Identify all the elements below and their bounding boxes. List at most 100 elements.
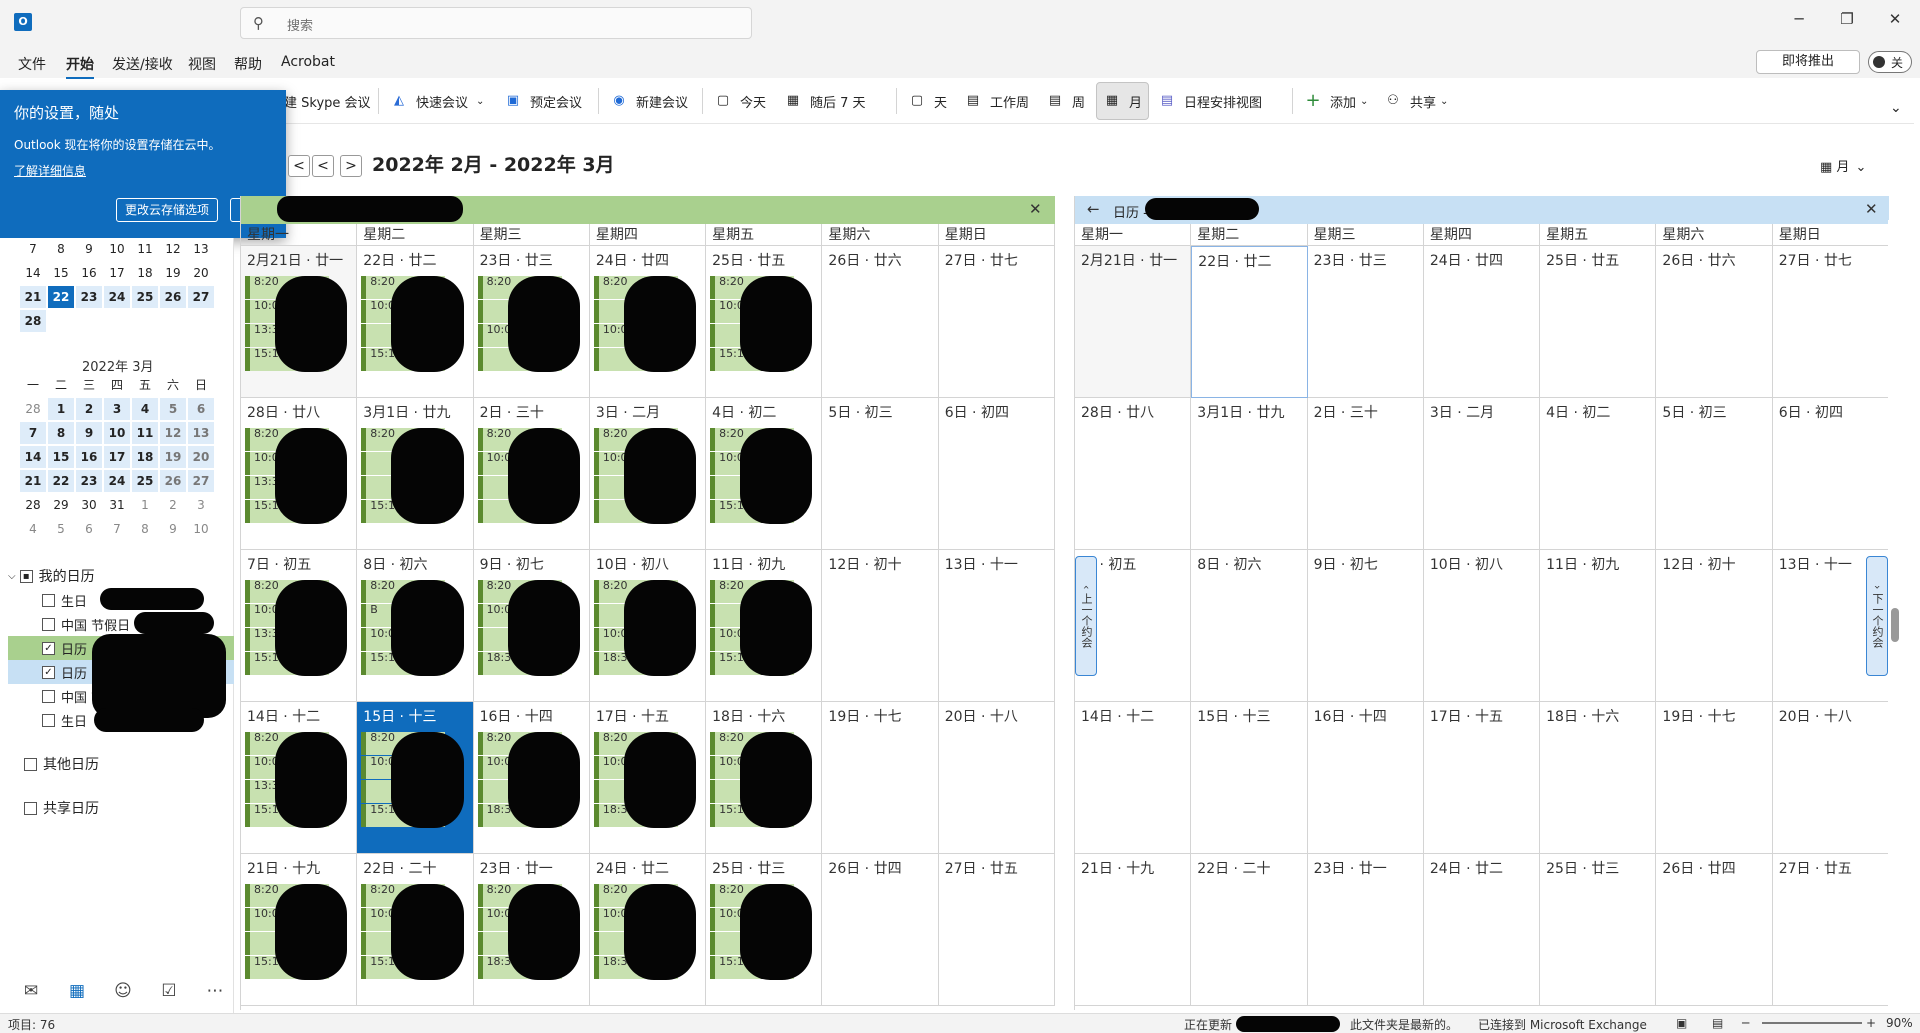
mini-day[interactable]: 22 xyxy=(48,470,74,492)
day-cell[interactable]: 25日 · 廿五 xyxy=(1540,246,1657,398)
day-cell[interactable]: 9日 · 初七 xyxy=(1307,550,1424,702)
mini-day[interactable]: 17 xyxy=(104,446,130,468)
day-cell[interactable]: 26日 · 廿四 xyxy=(1656,854,1773,1006)
mini-day[interactable]: 26 xyxy=(160,470,186,492)
mini-day[interactable]: 27 xyxy=(188,470,214,492)
calendar-checkbox[interactable] xyxy=(42,593,55,607)
today-button[interactable]: ▢ 今天 xyxy=(714,82,766,120)
mini-day[interactable]: 3 xyxy=(104,398,130,420)
day-cell[interactable]: 3月1日 · 廿九 8:20 15:15 xyxy=(357,398,474,550)
day-cell[interactable]: 27日 · 廿五 xyxy=(1772,854,1889,1006)
day-cell[interactable]: 2月21日 · 廿一 8:20 10:05 13:30 15:15 xyxy=(241,246,358,398)
day-cell[interactable]: 25日 · 廿三 8:20 10:05 15:15 xyxy=(706,854,823,1006)
change-storage-button[interactable]: 更改云存储选项 xyxy=(116,198,218,222)
mini-day[interactable]: 2 xyxy=(76,398,102,420)
mini-day[interactable]: 6 xyxy=(76,518,102,540)
day-cell[interactable]: 14日 · 十二 xyxy=(1075,702,1192,854)
day-cell[interactable]: 23日 · 廿一 xyxy=(1307,854,1424,1006)
mini-day[interactable]: 11 xyxy=(132,238,158,260)
mini-day[interactable]: 28 xyxy=(20,398,46,420)
group-checkbox[interactable] xyxy=(24,757,37,771)
mini-day[interactable]: 20 xyxy=(188,262,214,284)
close-calendar-icon[interactable]: ✕ xyxy=(1865,200,1878,218)
day-cell[interactable]: 18日 · 十六 xyxy=(1540,702,1657,854)
day-cell[interactable]: 14日 · 十二 8:20 10:05 13:30 15:15 xyxy=(241,702,358,854)
close-calendar-icon[interactable]: ✕ xyxy=(1029,200,1042,218)
mini-day[interactable]: 6 xyxy=(188,398,214,420)
day-cell[interactable]: 23日 · 廿三 8:20 10:05 xyxy=(473,246,590,398)
schedule-view-button[interactable]: ▤ 日程安排视图 xyxy=(1158,82,1262,120)
mini-day[interactable]: 20 xyxy=(188,446,214,468)
new-meeting-button[interactable]: ◉ 新建会议 xyxy=(610,82,688,120)
week-view-button[interactable]: ▤ 周 xyxy=(1046,82,1085,120)
menu-file[interactable]: 文件 xyxy=(18,54,46,74)
calendar-checkbox[interactable]: ✓ xyxy=(42,641,55,655)
mini-day[interactable]: 22 xyxy=(48,286,74,308)
day-cell[interactable]: 3月1日 · 廿九 xyxy=(1191,398,1308,550)
vertical-scrollbar[interactable] xyxy=(1888,220,1904,1010)
day-cell[interactable]: 26日 · 廿六 xyxy=(822,246,939,398)
day-cell[interactable]: 24日 · 廿四 8:20 10:05 xyxy=(589,246,707,398)
mini-day[interactable]: 13 xyxy=(188,238,214,260)
day-cell[interactable]: 26日 · 廿四 xyxy=(822,854,939,1006)
skype-meeting-button[interactable]: 建 Skype 会议 xyxy=(284,82,371,120)
mini-day[interactable]: 16 xyxy=(76,446,102,468)
learn-more-link[interactable]: 了解详细信息 xyxy=(14,162,86,179)
mini-day[interactable]: 18 xyxy=(132,446,158,468)
mini-day[interactable]: 10 xyxy=(104,422,130,444)
day-cell[interactable]: 15日 · 十三 8:20 10:05 15:15 xyxy=(357,702,474,854)
mini-day[interactable]: 21 xyxy=(20,470,46,492)
zoom-slider[interactable] xyxy=(1762,1022,1862,1024)
mini-day[interactable]: 5 xyxy=(160,398,186,420)
day-cell[interactable]: 21日 · 十九 xyxy=(1075,854,1192,1006)
day-cell[interactable]: 22日 · 二十 8:20 10:05 15:15 xyxy=(357,854,474,1006)
mini-day[interactable]: 23 xyxy=(76,470,102,492)
mini-day[interactable]: 17 xyxy=(104,262,130,284)
mini-day[interactable]: 9 xyxy=(76,238,102,260)
mini-day[interactable]: 21 xyxy=(20,286,46,308)
calendar-checkbox[interactable]: ✓ xyxy=(42,665,55,679)
day-cell[interactable]: 24日 · 廿四 xyxy=(1423,246,1541,398)
group-checkbox[interactable] xyxy=(24,801,37,815)
mini-day[interactable]: 26 xyxy=(160,286,186,308)
mini-day[interactable]: 10 xyxy=(188,518,214,540)
share-button[interactable]: ⚇ 共享 ⌄ xyxy=(1384,82,1448,120)
mini-day[interactable]: 2 xyxy=(160,494,186,516)
mini-day[interactable]: 16 xyxy=(76,262,102,284)
day-cell[interactable]: 15日 · 十三 xyxy=(1191,702,1308,854)
mini-day[interactable]: 30 xyxy=(76,494,102,516)
mini-day[interactable]: 15 xyxy=(48,262,74,284)
mini-day[interactable]: 11 xyxy=(132,422,158,444)
ribbon-collapse-icon[interactable]: ⌄ xyxy=(1890,100,1902,116)
work-week-view-button[interactable]: ▤ 工作周 xyxy=(964,82,1029,120)
day-cell[interactable]: 16日 · 十四 xyxy=(1307,702,1424,854)
day-cell[interactable]: 22日 · 二十 xyxy=(1191,854,1308,1006)
mini-day[interactable]: 25 xyxy=(132,470,158,492)
reading-view-icon[interactable]: ▤ xyxy=(1712,1016,1723,1030)
day-cell[interactable]: 27日 · 廿七 xyxy=(938,246,1055,398)
day-cell[interactable]: 6日 · 初四 xyxy=(938,398,1055,550)
coming-soon-toggle[interactable]: 关 xyxy=(1868,51,1912,73)
next-button[interactable]: > xyxy=(340,155,362,177)
day-cell[interactable]: 10日 · 初八 xyxy=(1423,550,1541,702)
mail-icon[interactable]: ✉ xyxy=(16,981,46,1005)
people-icon[interactable]: ☺ xyxy=(108,981,138,1005)
day-cell[interactable]: 26日 · 廿六 xyxy=(1656,246,1773,398)
day-view-button[interactable]: ▢ 天 xyxy=(908,82,947,120)
day-cell[interactable]: 24日 · 廿二 xyxy=(1423,854,1541,1006)
day-cell[interactable]: 18日 · 十六 8:20 10:05 15:15 xyxy=(706,702,823,854)
day-cell[interactable]: 2日 · 三十 8:20 10:05 xyxy=(473,398,590,550)
day-cell[interactable]: 10日 · 初八 8:20 10:05 18:3 xyxy=(589,550,707,702)
day-cell[interactable]: 9日 · 初七 8:20 10:05 18:30 xyxy=(473,550,590,702)
day-cell[interactable]: 23日 · 廿一 8:20 10:05 18:30 xyxy=(473,854,590,1006)
tasks-icon[interactable]: ☑ xyxy=(154,981,184,1005)
search-box[interactable]: ⚲ 搜索 xyxy=(240,7,752,39)
menu-help[interactable]: 帮助 xyxy=(234,54,262,74)
month-view-button[interactable]: ▦ 月 xyxy=(1096,82,1150,120)
day-cell[interactable]: 17日 · 十五 8:20 10:05 18:30 xyxy=(589,702,707,854)
day-cell[interactable]: 3日 · 二月 8:20 10:05 xyxy=(589,398,707,550)
mini-day[interactable]: 12 xyxy=(160,422,186,444)
day-cell[interactable]: 4日 · 初二 8:20 10:05 15:1 xyxy=(706,398,823,550)
mini-day[interactable]: 12 xyxy=(160,238,186,260)
mini-day[interactable]: 13 xyxy=(188,422,214,444)
